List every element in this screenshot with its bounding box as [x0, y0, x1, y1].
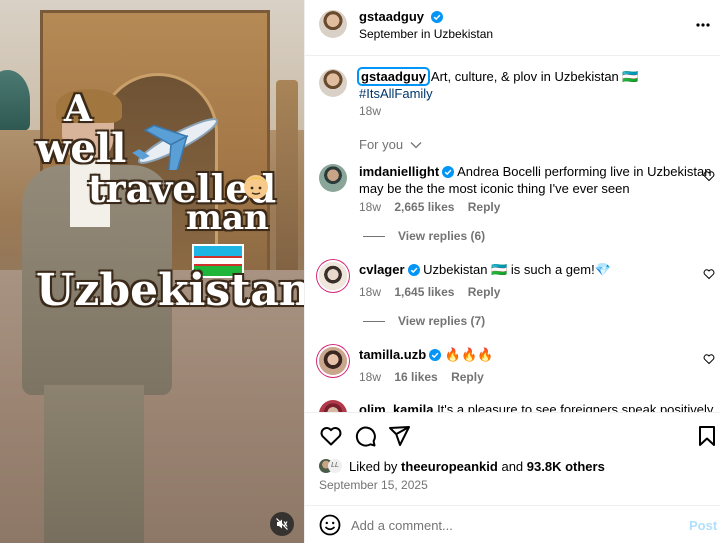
airplane-icon — [132, 118, 219, 170]
caption-text: Art, culture, & plov in Uzbekistan 🇺🇿 — [430, 69, 639, 84]
caption-line-1: gstaadguy Art, culture, & plov in Uzbeki… — [356, 67, 639, 86]
post-sidebar: gstaadguy September in Uzbekistan gstaad… — [304, 0, 720, 543]
comment-line-1: tamilla.uzb 🔥🔥🔥 — [359, 346, 493, 363]
verified-icon — [442, 166, 455, 178]
likes-prefix: Liked by — [349, 459, 398, 474]
post-date: September 15, 2025 — [319, 478, 428, 492]
post-location[interactable]: September in Uzbekistan — [359, 27, 493, 41]
comment-username[interactable]: tamilla.uzb — [359, 347, 426, 362]
comment-text: 🔥🔥🔥 — [444, 347, 494, 362]
commenter-avatar[interactable] — [319, 262, 347, 290]
view-replies-button[interactable]: View replies (6) — [398, 229, 485, 243]
comments-filter-dropdown[interactable]: For you — [359, 137, 422, 152]
verified-icon — [430, 11, 443, 23]
reply-button[interactable]: Reply — [451, 370, 484, 384]
verified-icon — [429, 349, 442, 361]
heart-icon[interactable] — [703, 170, 715, 182]
commenter-avatar[interactable] — [319, 400, 347, 412]
comment-meta: 18w 2,665 likes Reply — [359, 200, 500, 214]
comment-text-cont: may be the the most iconic thing I've ev… — [359, 181, 630, 196]
overlay-word-uzbekistan: Uzbekistan — [36, 265, 304, 316]
overlay-word-man: man — [186, 198, 269, 238]
post-dialog: A well travelled man Uzbekistan gstaadgu… — [0, 0, 720, 543]
author-name-row: gstaadguy — [359, 9, 443, 24]
reply-button[interactable]: Reply — [468, 200, 501, 214]
overlay-word-well: well — [36, 125, 127, 172]
overlay-word-a: A — [64, 88, 92, 130]
comment-likes[interactable]: 2,665 likes — [394, 200, 454, 214]
verified-icon — [407, 264, 420, 276]
likes-joiner: and — [501, 459, 524, 474]
post-header: gstaadguy September in Uzbekistan — [305, 0, 720, 56]
post-comment-button[interactable]: Post — [689, 518, 717, 533]
add-comment-bar: Post — [305, 505, 720, 543]
chevron-down-icon — [410, 142, 422, 149]
comment-meta: 18w 16 likes Reply — [359, 370, 484, 384]
comment-username[interactable]: cvlager — [359, 262, 405, 277]
mute-button[interactable] — [270, 512, 294, 536]
author-avatar[interactable] — [319, 10, 347, 38]
comment-likes[interactable]: 1,645 likes — [394, 285, 454, 299]
comment-username[interactable]: olim_kamila — [359, 402, 433, 412]
comment-line-1: cvlager Uzbekistan 🇺🇿 is such a gem!💎 — [359, 261, 611, 278]
comment-meta: 18w 1,645 likes Reply — [359, 285, 500, 299]
heart-icon[interactable] — [703, 353, 715, 365]
comment-age: 18w — [359, 200, 382, 214]
comment-line-1: imdaniellight Andrea Bocelli performing … — [359, 163, 711, 180]
post-media[interactable]: A well travelled man Uzbekistan — [0, 0, 304, 543]
commenter-avatar[interactable] — [319, 164, 347, 192]
author-username[interactable]: gstaadguy — [359, 9, 424, 24]
person-pants — [44, 385, 144, 543]
media-minaret — [276, 80, 298, 280]
emoji-icon[interactable] — [318, 513, 342, 537]
mute-icon — [276, 518, 288, 530]
caption-age: 18w — [359, 104, 382, 118]
comments-filter-label: For you — [359, 137, 404, 152]
bookmark-icon[interactable] — [695, 424, 719, 448]
caption-avatar[interactable] — [319, 69, 347, 97]
more-icon[interactable] — [695, 17, 711, 33]
man-emoji-icon — [244, 175, 268, 199]
flag-blue-band — [194, 246, 242, 256]
likes-others[interactable]: 93.8K others — [527, 459, 605, 474]
comment-username[interactable]: imdaniellight — [359, 164, 439, 179]
heart-icon[interactable] — [319, 424, 343, 448]
liker-avatar-2[interactable]: LL — [328, 459, 342, 473]
add-comment-input[interactable] — [351, 514, 631, 536]
heart-icon[interactable] — [703, 268, 715, 280]
post-actions: LL Liked by theeuropeankid and 93.8K oth… — [305, 412, 720, 504]
share-icon[interactable] — [387, 424, 411, 448]
replies-divider — [363, 236, 385, 237]
comment-text: Uzbekistan 🇺🇿 is such a gem!💎 — [423, 262, 611, 277]
liker-username[interactable]: theeuropeankid — [401, 459, 498, 474]
likes-summary[interactable]: Liked by theeuropeankid and 93.8K others — [349, 459, 605, 474]
comment-line-1: olim_kamila It's a pleasure to see forei… — [359, 401, 713, 412]
comment-likes[interactable]: 16 likes — [394, 370, 437, 384]
reply-button[interactable]: Reply — [468, 285, 501, 299]
comment-age: 18w — [359, 370, 382, 384]
comment-text: It's a pleasure to see foreigners speak … — [437, 402, 714, 412]
replies-divider — [363, 321, 385, 322]
comment-text: Andrea Bocelli performing live in Uzbeki… — [457, 164, 712, 179]
caption-username[interactable]: gstaadguy — [356, 67, 431, 86]
comment-age: 18w — [359, 285, 382, 299]
comments-list[interactable]: gstaadguy Art, culture, & plov in Uzbeki… — [305, 57, 720, 412]
commenter-avatar[interactable] — [319, 347, 347, 375]
comment-icon[interactable] — [353, 424, 377, 448]
caption-hashtag[interactable]: #ItsAllFamily — [359, 85, 433, 102]
view-replies-button[interactable]: View replies (7) — [398, 314, 485, 328]
